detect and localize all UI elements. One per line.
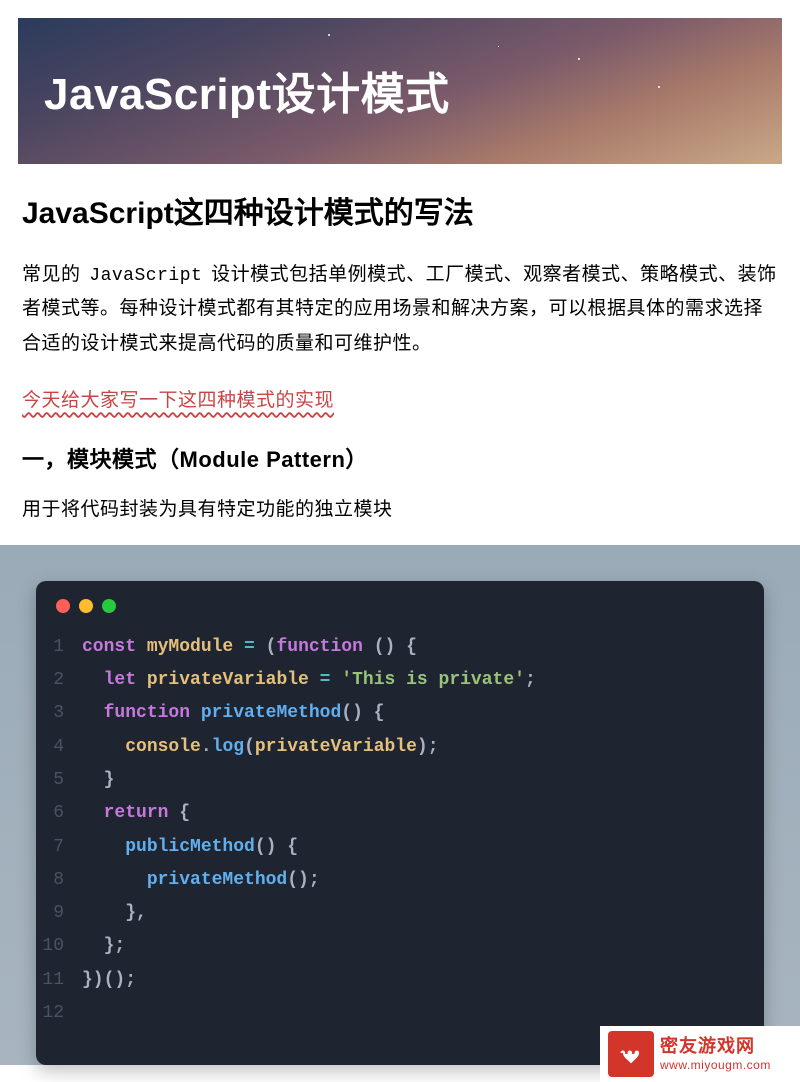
code-line: 3 function privateMethod() {: [36, 697, 764, 730]
hero-banner: JavaScript设计模式: [18, 16, 782, 164]
line-number: 7: [36, 831, 82, 864]
intro-prefix: 常见的: [22, 264, 86, 285]
site-watermark: 密友游戏网 www.miyougm.com: [600, 1026, 800, 1082]
line-number: 11: [36, 964, 82, 997]
intro-paragraph: 常见的 JavaScript 设计模式包括单例模式、工厂模式、观察者模式、策略模…: [22, 258, 778, 361]
line-number: 8: [36, 864, 82, 897]
code-text: privateMethod();: [82, 864, 320, 897]
watermark-text: 密友游戏网 www.miyougm.com: [660, 1036, 771, 1072]
code-line: 7 publicMethod() {: [36, 831, 764, 864]
line-number: 9: [36, 897, 82, 930]
maximize-dot: [102, 599, 116, 613]
code-text: return {: [82, 797, 190, 830]
line-number: 12: [36, 997, 82, 1030]
line-number: 6: [36, 797, 82, 830]
watermark-site-name: 密友游戏网: [660, 1036, 771, 1058]
code-line: 4 console.log(privateVariable);: [36, 731, 764, 764]
line-number: 1: [36, 631, 82, 664]
code-text: console.log(privateVariable);: [82, 731, 439, 764]
code-text: },: [82, 897, 147, 930]
code-body: 1const myModule = (function () {2 let pr…: [36, 631, 764, 1031]
highlight-note: 今天给大家写一下这四种模式的实现: [22, 385, 778, 412]
code-text: publicMethod() {: [82, 831, 298, 864]
line-number: 4: [36, 731, 82, 764]
inline-code-javascript: JavaScript: [86, 266, 205, 286]
code-text: function privateMethod() {: [82, 697, 384, 730]
code-line: 2 let privateVariable = 'This is private…: [36, 664, 764, 697]
code-line: 1const myModule = (function () {: [36, 631, 764, 664]
code-frame: 1const myModule = (function () {2 let pr…: [0, 545, 800, 1065]
code-line: 6 return {: [36, 797, 764, 830]
code-text: })();: [82, 964, 136, 997]
watermark-site-url: www.miyougm.com: [660, 1058, 771, 1072]
banner-title: JavaScript设计模式: [44, 58, 450, 122]
code-text: };: [82, 930, 125, 963]
code-window: 1const myModule = (function () {2 let pr…: [36, 581, 764, 1065]
code-line: 9 },: [36, 897, 764, 930]
line-number: 10: [36, 930, 82, 963]
minimize-dot: [79, 599, 93, 613]
code-line: 5 }: [36, 764, 764, 797]
article-content: JavaScript这四种设计模式的写法 常见的 JavaScript 设计模式…: [0, 164, 800, 1065]
watermark-logo-icon: [608, 1031, 654, 1077]
line-number: 3: [36, 697, 82, 730]
code-text: }: [82, 764, 114, 797]
code-text: let privateVariable = 'This is private';: [82, 664, 536, 697]
line-number: 2: [36, 664, 82, 697]
code-line: 10 };: [36, 930, 764, 963]
article-heading: JavaScript这四种设计模式的写法: [22, 188, 778, 232]
section-1-title: 一，模块模式（Module Pattern）: [22, 442, 778, 474]
code-line: 11})();: [36, 964, 764, 997]
line-number: 5: [36, 764, 82, 797]
window-traffic-lights: [36, 599, 764, 631]
code-line: 8 privateMethod();: [36, 864, 764, 897]
section-1-desc: 用于将代码封装为具有特定功能的独立模块: [22, 494, 778, 521]
close-dot: [56, 599, 70, 613]
code-text: const myModule = (function () {: [82, 631, 417, 664]
